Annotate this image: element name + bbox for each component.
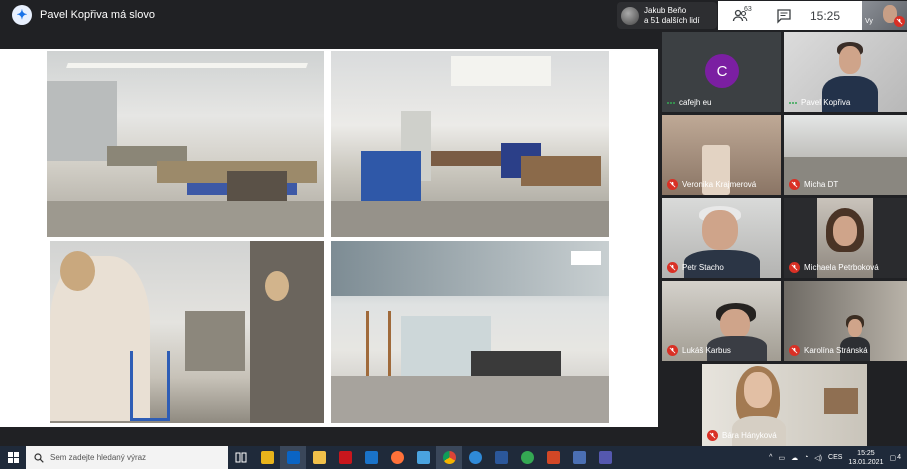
self-label: Vy	[865, 18, 873, 25]
mic-off-icon	[707, 430, 718, 441]
edge-icon	[468, 451, 482, 464]
chevron-up-icon[interactable]: ^	[769, 454, 772, 461]
participant-tile[interactable]: Lukáš Karbus	[662, 281, 781, 361]
meeting-clock: 15:25	[810, 8, 841, 23]
mail-icon	[364, 451, 378, 464]
mail-app-button[interactable]	[358, 446, 384, 469]
acrobat-icon	[338, 451, 352, 464]
disk-icon	[572, 451, 586, 464]
folder-icon	[312, 451, 326, 464]
taskbar-time: 15:25	[857, 449, 875, 457]
explorer-app-button[interactable]	[306, 446, 332, 469]
participant-name: Veronika Krajmerová	[682, 180, 757, 189]
downloads-app-button[interactable]	[410, 446, 436, 469]
workshop-photo-4	[331, 241, 609, 423]
mic-off-icon	[667, 345, 678, 356]
windows-start-icon	[7, 452, 19, 463]
system-tray: ^ ▭ ☁ ◔ ◁) CES 15:25 13.01.2021 ▢ 4	[769, 446, 907, 469]
mic-off-icon	[894, 16, 905, 27]
chrome-app-button[interactable]	[436, 446, 462, 469]
participant-name: Pavel Kopřiva	[801, 98, 851, 107]
participants-count: 63	[744, 6, 752, 13]
store-icon	[260, 451, 274, 464]
task-view-icon	[235, 452, 247, 463]
participant-name: Bára Hányková	[722, 431, 777, 440]
taskbar-search-input[interactable]: Sem zadejte hledaný výraz	[26, 446, 228, 469]
task-view-button[interactable]	[228, 446, 254, 469]
wifi-icon[interactable]: ◔	[804, 454, 808, 461]
mic-off-icon	[789, 262, 800, 273]
taskbar-clock[interactable]: 15:25 13.01.2021	[848, 449, 883, 467]
joiner-name: Jakub Beňo	[644, 5, 687, 15]
presenter-label: Pavel Kopřiva má slovo	[40, 9, 155, 21]
powerpoint-app-button[interactable]	[540, 446, 566, 469]
chat-icon	[777, 8, 791, 24]
mic-off-icon	[667, 179, 678, 190]
firefox-app-button[interactable]	[384, 446, 410, 469]
presentation-slide	[0, 49, 658, 427]
teams-app-button[interactable]	[592, 446, 618, 469]
notification-icon[interactable]: ▢ 4	[889, 454, 901, 462]
outlook-icon	[286, 451, 300, 464]
people-button[interactable]: 63	[718, 1, 762, 30]
participant-name: Micha DT	[804, 180, 839, 189]
speaking-indicator-icon	[789, 101, 797, 104]
participant-tile[interactable]: C cafejh eu	[662, 32, 781, 112]
speaking-indicator-icon	[667, 101, 675, 104]
language-indicator[interactable]: CES	[828, 454, 842, 461]
windows-start-button[interactable]	[0, 446, 26, 469]
workshop-photo-1	[47, 51, 324, 237]
teams-icon	[598, 451, 612, 464]
participant-name: Karolína Stránská	[804, 346, 868, 355]
word-icon	[494, 451, 508, 464]
search-icon	[34, 452, 44, 463]
download-icon	[416, 451, 430, 464]
join-notification[interactable]: Jakub Beňo a 51 dalších lidí	[617, 2, 717, 29]
chat-button[interactable]	[762, 1, 806, 30]
store-app-button[interactable]	[254, 446, 280, 469]
outlook-app-button[interactable]	[280, 446, 306, 469]
mic-off-icon	[789, 345, 800, 356]
workshop-photo-2	[331, 51, 609, 237]
participant-avatar: C	[705, 54, 739, 88]
top-bar: ✦ Pavel Kopřiva má slovo Jakub Beňo a 51…	[0, 0, 907, 32]
battery-icon[interactable]: ▭	[778, 454, 785, 462]
participant-tile[interactable]: Michaela Petrboková	[784, 198, 907, 278]
participant-name: cafejh eu	[679, 98, 712, 107]
participant-name: Petr Stacho	[682, 263, 724, 272]
powerpoint-icon	[546, 451, 560, 464]
joiner-others: a 51 dalších lidí	[644, 15, 700, 25]
save-app-button[interactable]	[566, 446, 592, 469]
participant-name: Michaela Petrboková	[804, 263, 879, 272]
participant-tile[interactable]: Petr Stacho	[662, 198, 781, 278]
search-placeholder: Sem zadejte hledaný výraz	[50, 453, 147, 462]
edge-app-button[interactable]	[462, 446, 488, 469]
participant-tile[interactable]: Bára Hányková	[702, 364, 867, 446]
mic-off-icon	[789, 179, 800, 190]
self-view-tile[interactable]: Vy	[862, 1, 907, 30]
participant-name: Lukáš Karbus	[682, 346, 731, 355]
windows-taskbar: Sem zadejte hledaný výraz ^ ▭ ☁ ◔ ◁) CES…	[0, 446, 907, 469]
notification-count: 4	[897, 454, 901, 461]
participant-tile[interactable]: Veronika Krajmerová	[662, 115, 781, 195]
chrome-icon	[442, 451, 456, 464]
participant-tile[interactable]: Karolína Stránská	[784, 281, 907, 361]
firefox-icon	[390, 451, 404, 464]
maps-icon	[520, 451, 534, 464]
participant-tile[interactable]: Pavel Kopřiva	[784, 32, 907, 112]
word-app-button[interactable]	[488, 446, 514, 469]
presenter-banner: ✦ Pavel Kopřiva má slovo	[12, 5, 155, 25]
cloud-icon[interactable]: ☁	[791, 454, 798, 462]
meet-window: ✦ Pavel Kopřiva má slovo Jakub Beňo a 51…	[0, 0, 907, 469]
taskbar-date: 13.01.2021	[848, 458, 884, 466]
participant-tile[interactable]: Micha DT	[784, 115, 907, 195]
volume-icon[interactable]: ◁)	[814, 454, 822, 462]
workshop-photo-3	[50, 241, 324, 423]
mic-off-icon	[667, 262, 678, 273]
joiner-avatar	[621, 6, 639, 25]
maps-app-button[interactable]	[514, 446, 540, 469]
meeting-controls: 63 15:25	[718, 1, 862, 30]
acrobat-app-button[interactable]	[332, 446, 358, 469]
meet-logo-icon: ✦	[12, 5, 32, 25]
